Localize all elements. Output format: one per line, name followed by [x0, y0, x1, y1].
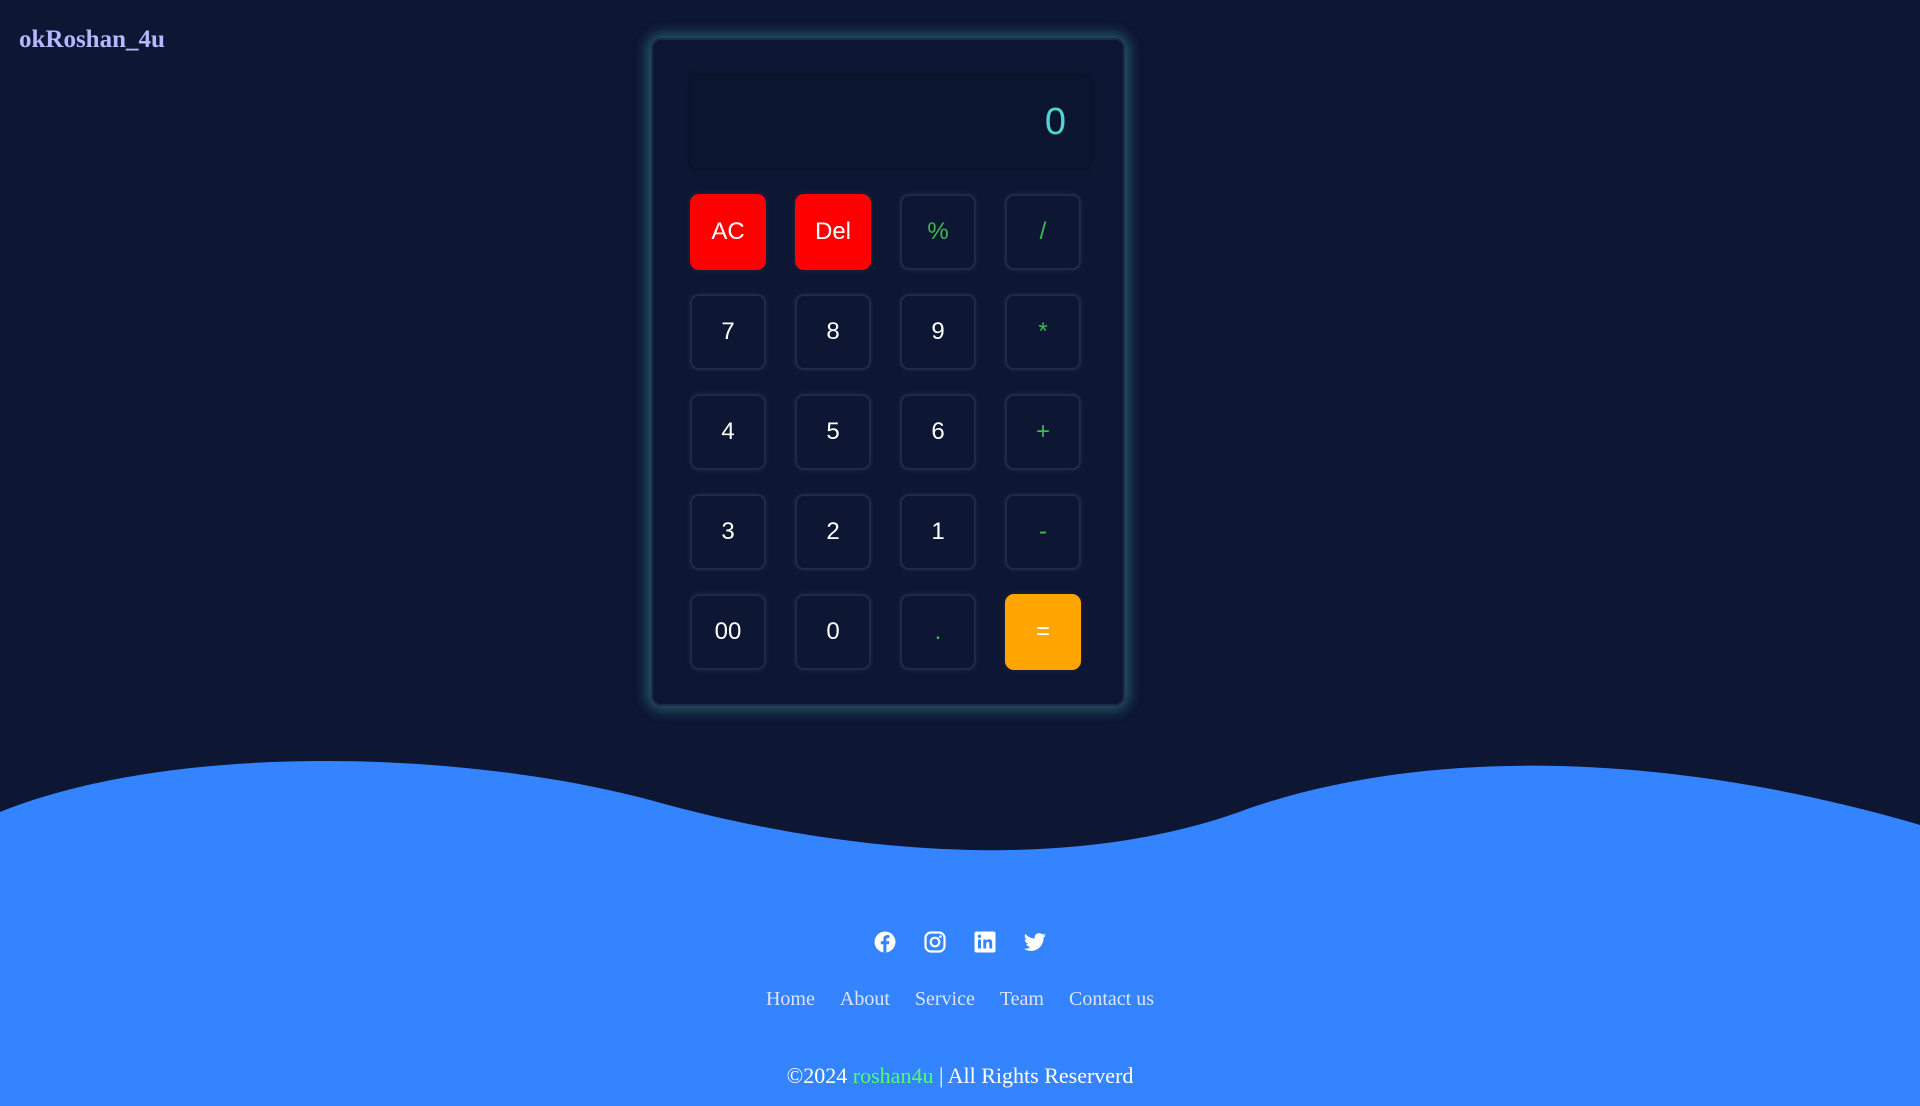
digit-9-button[interactable]: 9: [900, 294, 976, 370]
footer-nav: Home About Service Team Contact us: [0, 988, 1920, 1011]
digit-1-button[interactable]: 1: [900, 494, 976, 570]
digit-8-button[interactable]: 8: [795, 294, 871, 370]
page: okRoshan_4u 0 AC Del % / 7 8 9 * 4 5 6 +…: [0, 0, 1920, 1106]
instagram-link[interactable]: [923, 930, 947, 959]
digit-4-button[interactable]: 4: [690, 394, 766, 470]
digit-7-button[interactable]: 7: [690, 294, 766, 370]
delete-button[interactable]: Del: [795, 194, 871, 270]
nav-link-team[interactable]: Team: [1000, 988, 1044, 1011]
linkedin-icon: [974, 931, 996, 953]
divide-button[interactable]: /: [1005, 194, 1081, 270]
facebook-link[interactable]: [873, 930, 897, 959]
digit-2-button[interactable]: 2: [795, 494, 871, 570]
calculator-display: 0: [690, 76, 1090, 168]
copyright-prefix: ©2024: [786, 1063, 853, 1088]
digit-6-button[interactable]: 6: [900, 394, 976, 470]
nav-link-home[interactable]: Home: [766, 988, 815, 1011]
brand-logo[interactable]: okRoshan_4u: [19, 26, 165, 54]
subtract-button[interactable]: -: [1005, 494, 1081, 570]
equals-button[interactable]: =: [1005, 594, 1081, 670]
digit-5-button[interactable]: 5: [795, 394, 871, 470]
multiply-button[interactable]: *: [1005, 294, 1081, 370]
add-button[interactable]: +: [1005, 394, 1081, 470]
decimal-button[interactable]: .: [900, 594, 976, 670]
nav-link-service[interactable]: Service: [915, 988, 975, 1011]
social-links: [0, 930, 1920, 959]
double-zero-button[interactable]: 00: [690, 594, 766, 670]
keypad: AC Del % / 7 8 9 * 4 5 6 + 3 2 1 - 00 0 …: [690, 194, 1081, 670]
copyright-author: roshan4u: [852, 1063, 934, 1088]
copyright-text: ©2024 roshan4u | All Rights Reserverd: [0, 1063, 1920, 1089]
linkedin-link[interactable]: [973, 930, 997, 959]
nav-link-contact[interactable]: Contact us: [1069, 988, 1154, 1011]
facebook-icon: [874, 931, 896, 953]
twitter-icon: [1023, 933, 1046, 951]
twitter-link[interactable]: [1023, 930, 1047, 959]
nav-link-about[interactable]: About: [840, 988, 890, 1011]
digit-0-button[interactable]: 0: [795, 594, 871, 670]
all-clear-button[interactable]: AC: [690, 194, 766, 270]
copyright-suffix: | All Rights Reserverd: [933, 1063, 1134, 1088]
percent-button[interactable]: %: [900, 194, 976, 270]
calculator: 0 AC Del % / 7 8 9 * 4 5 6 + 3 2 1 - 00 …: [651, 38, 1125, 706]
instagram-icon: [924, 931, 946, 953]
digit-3-button[interactable]: 3: [690, 494, 766, 570]
